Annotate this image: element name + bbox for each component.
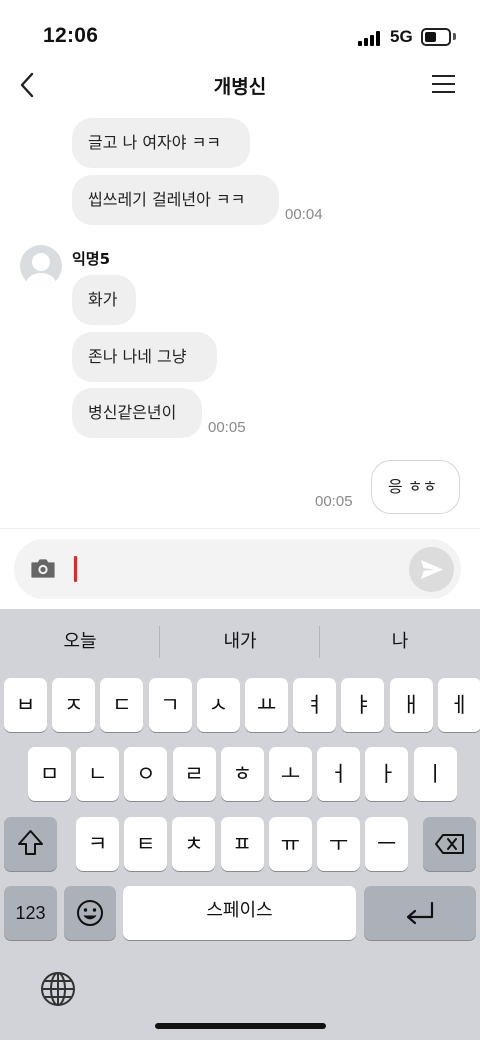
delete-icon — [435, 834, 464, 854]
message-time: 00:04 — [285, 206, 323, 223]
key-3[interactable]: ㄷ — [100, 678, 144, 732]
key-10[interactable]: ㅔ — [437, 678, 480, 732]
key-6[interactable]: ㅗ — [269, 747, 312, 801]
avatar[interactable] — [20, 245, 62, 287]
key-4[interactable]: ㄱ — [148, 678, 192, 732]
page-title: 개병신 — [213, 76, 267, 98]
network-label: 5G — [390, 27, 413, 46]
key-1[interactable]: ㅂ — [4, 678, 47, 732]
my-message-bubble: 응 ㅎㅎ — [371, 460, 460, 514]
message-bubble: 화가 — [72, 275, 136, 325]
keyboard: 오늘 내가 나 ㅂㅈㄷㄱㅅㅛㅕㅑㅐㅔ ㅁㄴㅇㄹㅎㅗㅓㅏㅣ ㅋㅌㅊㅍㅠㅜㅡ 123… — [0, 609, 480, 1040]
suggestion-3[interactable]: 나 — [320, 627, 480, 653]
message-time: 00:05 — [208, 419, 246, 436]
shift-key[interactable] — [4, 817, 57, 871]
suggestion-bar: 오늘 내가 나 — [0, 609, 480, 675]
battery-icon — [421, 28, 451, 46]
send-icon — [421, 560, 443, 579]
signal-icon — [358, 30, 384, 46]
key-2[interactable]: ㄴ — [76, 747, 120, 801]
message-time: 00:05 — [315, 493, 353, 510]
shift-icon — [18, 830, 43, 855]
key-1[interactable]: ㅋ — [76, 817, 119, 871]
numbers-key[interactable]: 123 — [4, 886, 57, 940]
camera-icon[interactable] — [30, 557, 56, 579]
chat-header: 개병신 — [0, 62, 480, 108]
globe-icon[interactable] — [40, 971, 76, 1007]
message-bubble: 글고 나 여자야 ㅋㅋ — [72, 118, 250, 168]
key-8[interactable]: ㅑ — [341, 678, 385, 732]
sender-name: 익명5 — [72, 250, 111, 268]
key-7[interactable]: ㅡ — [365, 817, 409, 871]
key-8[interactable]: ㅏ — [365, 747, 409, 801]
return-icon — [406, 901, 434, 925]
divider — [0, 528, 480, 529]
emoji-key[interactable] — [64, 886, 116, 940]
send-button[interactable] — [409, 547, 454, 592]
message-list: 글고 나 여자야 ㅋㅋ 씹쓰레기 걸레년아 ㅋㅋ 00:04 익명5 화가 존나… — [0, 108, 480, 528]
key-3[interactable]: ㅇ — [124, 747, 168, 801]
key-7[interactable]: ㅕ — [293, 678, 337, 732]
message-bubble: 씹쓰레기 걸레년아 ㅋㅋ — [72, 175, 279, 225]
suggestion-2[interactable]: 내가 — [160, 627, 320, 653]
key-9[interactable]: ㅐ — [389, 678, 433, 732]
hamburger-menu-icon[interactable] — [430, 72, 458, 96]
key-6[interactable]: ㅛ — [245, 678, 288, 732]
space-key[interactable]: 스페이스 — [123, 886, 356, 940]
return-key[interactable] — [364, 886, 476, 940]
delete-key[interactable] — [423, 817, 476, 871]
key-1[interactable]: ㅁ — [28, 747, 71, 801]
suggestion-1[interactable]: 오늘 — [0, 627, 160, 653]
home-indicator — [155, 1023, 326, 1029]
key-4[interactable]: ㅍ — [220, 817, 264, 871]
key-2[interactable]: ㅈ — [52, 678, 96, 732]
key-5[interactable]: ㅅ — [196, 678, 240, 732]
message-bubble: 병신같은년이 — [72, 388, 202, 438]
key-7[interactable]: ㅓ — [317, 747, 361, 801]
key-5[interactable]: ㅎ — [220, 747, 264, 801]
status-time: 12:06 — [43, 24, 99, 47]
emoji-icon — [77, 900, 103, 926]
status-bar: 12:06 5G — [0, 0, 480, 62]
key-2[interactable]: ㅌ — [124, 817, 168, 871]
battery-tip — [453, 33, 456, 40]
key-5[interactable]: ㅠ — [268, 817, 312, 871]
message-input[interactable] — [74, 556, 77, 582]
key-9[interactable]: ㅣ — [413, 747, 457, 801]
key-6[interactable]: ㅜ — [317, 817, 360, 871]
key-3[interactable]: ㅊ — [172, 817, 216, 871]
message-input-bar — [14, 539, 461, 599]
message-bubble: 존나 나네 그냥 — [72, 332, 217, 382]
key-4[interactable]: ㄹ — [172, 747, 216, 801]
